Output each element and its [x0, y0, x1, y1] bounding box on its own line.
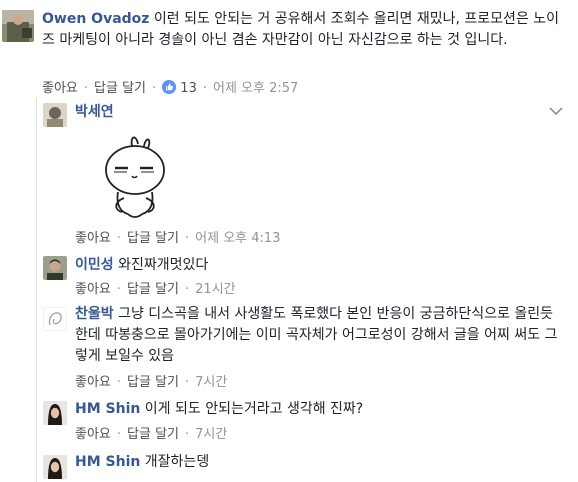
comment-body: HM Shin 이게 되도 안되는거라고 생각해 진짜?	[75, 399, 363, 420]
like-reaction-icon	[162, 80, 177, 94]
rabbit-sticker-image[interactable]	[100, 132, 170, 222]
reply-thread-line	[36, 98, 37, 482]
comment-author[interactable]: HM Shin	[75, 454, 140, 470]
comment-actions: 좋아요 · 답글 달기 · 7시간	[75, 427, 228, 442]
comment-body: 찬울박 그냥 디스곡을 내서 사생활도 폭로했다 본인 반응이 궁금하단식으로 …	[75, 304, 561, 367]
avatar[interactable]	[43, 103, 67, 127]
timestamp[interactable]: 21시간	[195, 282, 235, 297]
reply-button[interactable]: 답글 달기	[127, 231, 179, 246]
comment-body: HM Shin 개잘하는뎅	[75, 452, 209, 473]
avatar[interactable]	[43, 256, 67, 280]
avatar[interactable]	[43, 455, 67, 479]
comment-text: 그냥 디스곡을 내서 사생활도 폭로했다 본인 반응이 궁금하단식으로 올린듯 …	[75, 306, 558, 364]
avatar[interactable]	[43, 307, 67, 331]
reply-button[interactable]: 답글 달기	[94, 81, 146, 96]
reply-button[interactable]: 답글 달기	[127, 282, 179, 297]
comment-author[interactable]: Owen Ovadoz	[42, 11, 149, 27]
comment-actions: 좋아요 · 답글 달기 · 어제 오후 4:13	[75, 231, 281, 246]
reaction-summary[interactable]: 13	[162, 80, 197, 96]
timestamp[interactable]: 어제 오후 4:13	[195, 231, 280, 246]
reply-button[interactable]: 답글 달기	[127, 427, 179, 442]
comment-body: 이민성 와진짜개멋있다	[75, 255, 208, 276]
timestamp[interactable]: 어제 오후 2:57	[213, 81, 298, 96]
reply-button[interactable]: 답글 달기	[127, 375, 179, 390]
chevron-down-icon[interactable]	[548, 104, 564, 118]
like-button[interactable]: 좋아요	[75, 427, 111, 442]
comment-text: 개잘하는뎅	[144, 454, 210, 470]
avatar[interactable]	[43, 401, 67, 425]
like-button[interactable]: 좋아요	[75, 375, 111, 390]
comment-text: 와진짜개멋있다	[118, 257, 209, 273]
like-button[interactable]: 좋아요	[75, 282, 111, 297]
comment-actions: 좋아요 · 답글 달기 · 13 · 어제 오후 2:57	[42, 80, 299, 96]
timestamp[interactable]: 7시간	[195, 427, 227, 442]
comment-author[interactable]: 박세연	[75, 104, 114, 120]
comment-text: 이게 되도 안되는거라고 생각해 진짜?	[144, 401, 364, 417]
comment-actions: 좋아요 · 답글 달기 · 7시간	[75, 375, 228, 390]
like-button[interactable]: 좋아요	[75, 231, 111, 246]
comment-actions: 좋아요 · 답글 달기 · 21시간	[75, 282, 236, 297]
reaction-count: 13	[180, 81, 197, 96]
comment-body: 박세연	[75, 102, 114, 123]
comment-author[interactable]: 찬울박	[75, 306, 114, 322]
timestamp[interactable]: 7시간	[195, 375, 227, 390]
avatar[interactable]	[2, 10, 34, 42]
comment-author[interactable]: HM Shin	[75, 401, 140, 417]
comment-body: Owen Ovadoz 이런 되도 안되는 거 공유해서 조회수 올리면 재밌나…	[42, 9, 570, 51]
comment-author[interactable]: 이민성	[75, 257, 114, 273]
like-button[interactable]: 좋아요	[42, 81, 78, 96]
